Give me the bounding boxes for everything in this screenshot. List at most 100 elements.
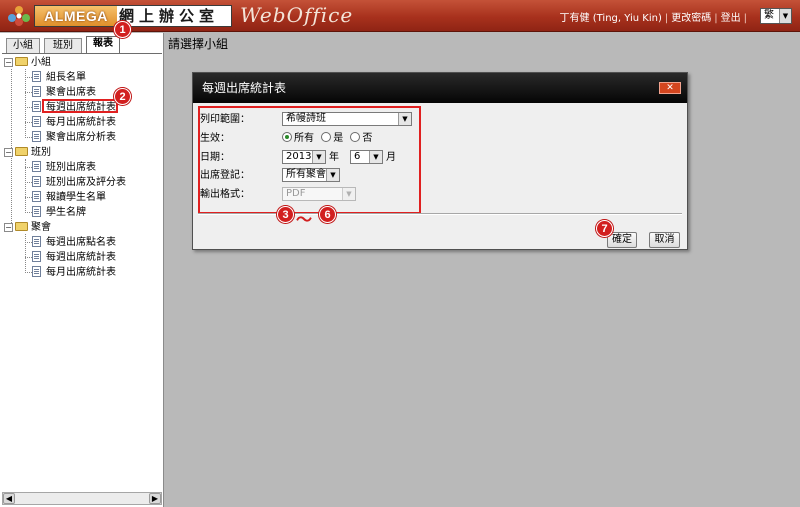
range-select[interactable]: 希幔詩班 ▼ bbox=[282, 112, 412, 126]
annotation-badge-7: 7 bbox=[596, 220, 613, 237]
logo-icon bbox=[8, 6, 30, 26]
tree-item-label: 組長名單 bbox=[46, 72, 86, 83]
chevron-down-icon: ▼ bbox=[312, 151, 325, 163]
tree-item-meeting-weekly-stats[interactable]: 每週出席統計表 bbox=[32, 250, 116, 265]
horizontal-scrollbar[interactable]: ◀ ▶ bbox=[2, 492, 162, 505]
date-label: 日期： bbox=[200, 152, 230, 163]
tree-folder-label: 聚會 bbox=[31, 222, 51, 233]
document-icon bbox=[32, 206, 41, 217]
tree-item-label: 每週出席點名表 bbox=[46, 237, 116, 248]
document-icon bbox=[32, 101, 41, 112]
tree-folder-label: 班別 bbox=[31, 147, 51, 158]
tree-item-label: 學生名牌 bbox=[46, 207, 86, 218]
ok-button[interactable]: 確定 bbox=[607, 232, 637, 248]
attendance-label: 出席登記： bbox=[200, 170, 250, 181]
language-value: 繁 bbox=[764, 10, 774, 21]
scroll-right-icon[interactable]: ▶ bbox=[149, 493, 161, 504]
chevron-down-icon: ▼ bbox=[369, 151, 382, 163]
user-name: 丁有健 (Ting, Yiu Kin) bbox=[559, 13, 662, 24]
status-radio-yes[interactable] bbox=[321, 132, 332, 142]
tree-item-label: 聚會出席表 bbox=[46, 87, 96, 98]
tree-item-name-badge[interactable]: 學生名牌 bbox=[32, 205, 86, 220]
tree-item-label: 班別出席表 bbox=[46, 162, 96, 173]
tree-item-monthly-stats[interactable]: 每月出席統計表 bbox=[32, 115, 116, 130]
tab-group[interactable]: 小組 bbox=[6, 38, 40, 53]
left-panel: 小組 班別 報表 − 小組 組長名單 聚會出席表 每週出席統計表 每月出席統計表 … bbox=[0, 33, 164, 507]
header-links: 丁有健 (Ting, Yiu Kin) | 更改密碼 | 登出 | bbox=[559, 13, 747, 24]
status-label: 生效： bbox=[200, 133, 230, 144]
chevron-down-icon: ▼ bbox=[342, 188, 355, 200]
tree-item-attendance-analysis[interactable]: 聚會出席分析表 bbox=[32, 130, 116, 145]
status-option-label: 否 bbox=[362, 133, 373, 144]
month-unit: 月 bbox=[386, 152, 396, 163]
tree-item-student-list[interactable]: 報讀學生名單 bbox=[32, 190, 106, 205]
logo-brand: ALMEGA bbox=[35, 6, 117, 26]
language-select[interactable]: 繁 ▼ bbox=[760, 8, 792, 24]
collapse-icon[interactable]: − bbox=[4, 148, 13, 157]
change-password-link[interactable]: 更改密碼 bbox=[671, 13, 711, 24]
logo-title: 網上辦公室 bbox=[119, 7, 220, 25]
tab-class[interactable]: 班別 bbox=[44, 38, 82, 53]
tab-bar: 小組 班別 報表 bbox=[2, 36, 162, 54]
tree-item-meeting-attendance[interactable]: 聚會出席表 bbox=[32, 85, 96, 100]
tree-item-class-attendance-score[interactable]: 班別出席及評分表 bbox=[32, 175, 126, 190]
dialog-divider bbox=[198, 213, 682, 215]
annotation-badge-2: 2 bbox=[114, 88, 131, 105]
cancel-button[interactable]: 取消 bbox=[649, 232, 680, 248]
chevron-down-icon: ▼ bbox=[398, 113, 411, 125]
tree-folder-label: 小組 bbox=[31, 57, 51, 68]
status-radio-all[interactable] bbox=[282, 132, 292, 142]
status-radio-no[interactable] bbox=[350, 132, 361, 142]
tree-folder-class[interactable]: − 班別 bbox=[4, 145, 51, 160]
tree-item-label: 每月出席統計表 bbox=[46, 117, 116, 128]
range-label: 列印範圍： bbox=[200, 114, 250, 125]
document-icon bbox=[32, 236, 41, 247]
status-option-label: 是 bbox=[333, 133, 344, 144]
logo: ALMEGA 網上辦公室 bbox=[34, 5, 232, 27]
document-icon bbox=[32, 116, 41, 127]
tree-item-label: 班別出席及評分表 bbox=[46, 177, 126, 188]
tree-item-leader-list[interactable]: 組長名單 bbox=[32, 70, 86, 85]
logout-link[interactable]: 登出 bbox=[721, 13, 741, 24]
document-icon bbox=[32, 266, 41, 277]
tree-item-label: 報讀學生名單 bbox=[46, 192, 106, 203]
format-value: PDF bbox=[286, 188, 306, 199]
range-value: 希幔詩班 bbox=[286, 113, 326, 124]
document-icon bbox=[32, 161, 41, 172]
tree-item-label: 每月出席統計表 bbox=[46, 267, 116, 278]
attendance-select[interactable]: 所有聚會 ▼ bbox=[282, 168, 340, 182]
tree-item-class-attendance[interactable]: 班別出席表 bbox=[32, 160, 96, 175]
chevron-down-icon: ▼ bbox=[779, 9, 791, 23]
format-label: 輸出格式： bbox=[200, 189, 250, 200]
dialog-title: 每週出席統計表 bbox=[193, 73, 687, 103]
tree-item-meeting-monthly-stats[interactable]: 每月出席統計表 bbox=[32, 265, 116, 280]
annotation-badge-3: 3 bbox=[277, 206, 294, 223]
tree-item-weekly-rollcall[interactable]: 每週出席點名表 bbox=[32, 235, 116, 250]
report-dialog: 每週出席統計表 ✕ 列印範圍： 希幔詩班 ▼ 生效： 所有 是 否 日期： 20… bbox=[192, 72, 688, 250]
document-icon bbox=[32, 131, 41, 142]
close-icon[interactable]: ✕ bbox=[659, 82, 681, 94]
annotation-badge-6: 6 bbox=[319, 206, 336, 223]
tree-folder-group[interactable]: − 小組 bbox=[4, 55, 51, 70]
folder-icon bbox=[15, 222, 28, 231]
collapse-icon[interactable]: − bbox=[4, 58, 13, 67]
collapse-icon[interactable]: − bbox=[4, 223, 13, 232]
month-select[interactable]: 6 ▼ bbox=[350, 150, 383, 164]
format-select: PDF ▼ bbox=[282, 187, 356, 201]
page-title: 請選擇小組 bbox=[168, 37, 229, 51]
attendance-value: 所有聚會 bbox=[286, 169, 326, 180]
annotation-range-tilde: ～ bbox=[296, 210, 313, 229]
document-icon bbox=[32, 251, 41, 262]
year-value: 2013 bbox=[286, 151, 312, 162]
folder-icon bbox=[15, 147, 28, 156]
scroll-left-icon[interactable]: ◀ bbox=[3, 493, 15, 504]
document-icon bbox=[32, 71, 41, 82]
document-icon bbox=[32, 191, 41, 202]
document-icon bbox=[32, 176, 41, 187]
tab-reports[interactable]: 報表 bbox=[86, 36, 120, 53]
tree-item-label: 聚會出席分析表 bbox=[46, 132, 116, 143]
status-options: 所有 是 否 bbox=[282, 131, 372, 146]
year-select[interactable]: 2013 ▼ bbox=[282, 150, 326, 164]
status-option-label: 所有 bbox=[294, 133, 314, 144]
tree-folder-meeting[interactable]: − 聚會 bbox=[4, 220, 51, 235]
